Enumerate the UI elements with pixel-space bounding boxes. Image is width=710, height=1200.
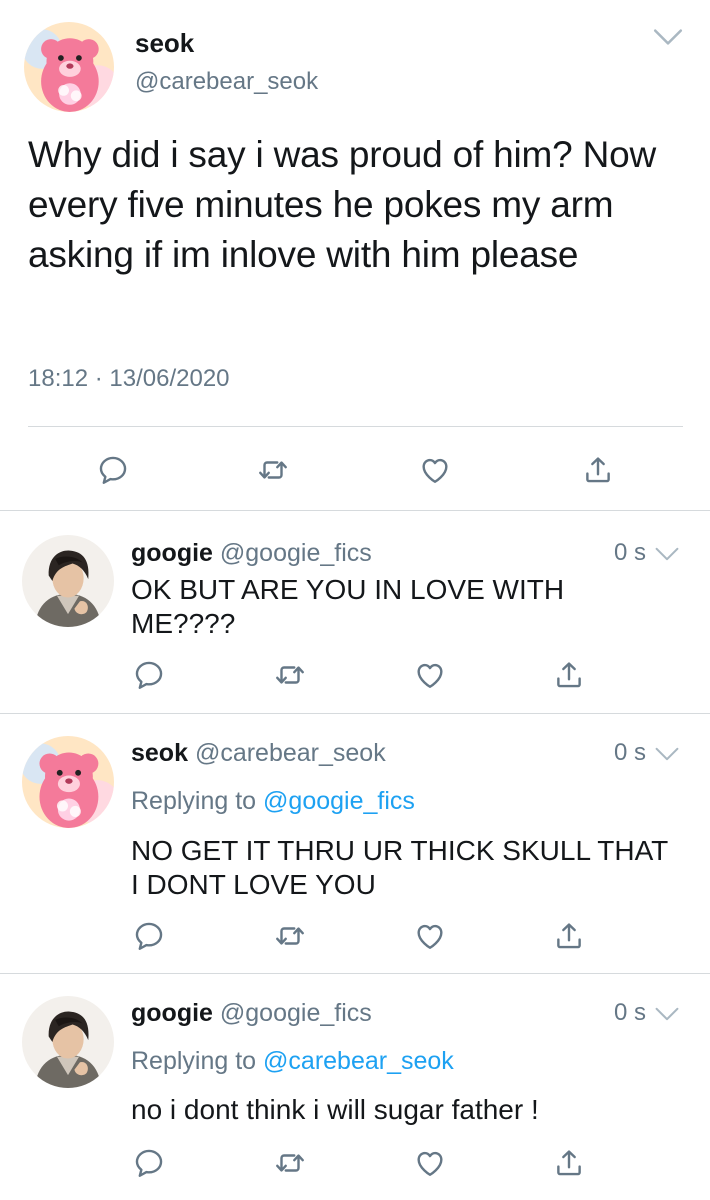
replying-to-link[interactable]: @carebear_seok <box>263 1047 454 1075</box>
share-button[interactable] <box>552 1146 586 1180</box>
display-name[interactable]: seok <box>135 28 194 59</box>
seok-avatar[interactable] <box>24 22 114 112</box>
reply-button[interactable] <box>96 453 130 487</box>
retweet-button[interactable] <box>256 453 290 487</box>
share-button[interactable] <box>581 453 615 487</box>
person-avatar-icon <box>22 535 114 627</box>
reply-tweet: googie @googie_fics 0 s Replying to @car… <box>0 974 710 1200</box>
display-name[interactable]: seok <box>131 739 188 767</box>
share-icon <box>581 453 615 487</box>
retweet-icon <box>273 658 307 692</box>
display-name[interactable]: googie <box>131 539 213 567</box>
tweet-date: 13/06/2020 <box>109 365 230 392</box>
reply-icon <box>96 453 130 487</box>
retweet-button[interactable] <box>273 1146 307 1180</box>
like-button[interactable] <box>418 453 452 487</box>
reply-time: 0 s <box>614 539 647 566</box>
reply-time: 0 s <box>614 999 647 1026</box>
person-avatar-icon <box>22 996 114 1088</box>
share-icon <box>552 658 586 692</box>
divider <box>28 426 683 427</box>
chevron-down-icon[interactable] <box>654 545 680 563</box>
replying-to-label: Replying to <box>131 1047 257 1075</box>
googie-avatar[interactable] <box>22 535 114 627</box>
replying-to-label: Replying to <box>131 787 257 815</box>
reply-tweet: googie @googie_fics 0 s OK BUT ARE YOU I… <box>0 511 710 711</box>
handle[interactable]: @carebear_seok <box>195 739 386 767</box>
reply-header: googie @googie_fics <box>131 539 372 568</box>
display-name[interactable]: googie <box>131 999 213 1027</box>
chevron-down-icon[interactable] <box>654 745 680 763</box>
seok-avatar[interactable] <box>22 736 114 828</box>
share-icon <box>552 1146 586 1180</box>
replying-to-link[interactable]: @googie_fics <box>263 787 415 815</box>
reply-text: NO GET IT THRU UR THICK SKULL THAT I DON… <box>131 835 668 900</box>
main-tweet: seok @carebear_seok Why did i say i was … <box>0 0 710 510</box>
reply-icon <box>132 658 166 692</box>
reply-icon <box>132 919 166 953</box>
replying-to-line: Replying to @carebear_seok <box>131 1047 454 1076</box>
reply-header: googie @googie_fics <box>131 999 372 1028</box>
reply-text: no i dont think i will sugar father ! <box>131 1094 539 1125</box>
retweet-icon <box>256 453 290 487</box>
like-icon <box>418 453 452 487</box>
chevron-down-icon[interactable] <box>652 26 684 48</box>
chevron-down-icon[interactable] <box>654 1005 680 1023</box>
share-button[interactable] <box>552 658 586 692</box>
pink-bear-avatar-icon <box>22 736 114 828</box>
retweet-button[interactable] <box>273 919 307 953</box>
reply-text: OK BUT ARE YOU IN LOVE WITH ME???? <box>131 574 565 639</box>
handle[interactable]: @carebear_seok <box>135 68 318 96</box>
tweet-timestamp: 18:12 · 13/06/2020 <box>28 365 230 393</box>
like-button[interactable] <box>413 919 447 953</box>
like-button[interactable] <box>413 1146 447 1180</box>
action-bar <box>0 445 710 495</box>
reply-time: 0 s <box>614 739 647 766</box>
reply-button[interactable] <box>132 1146 166 1180</box>
meta-separator: · <box>94 365 103 392</box>
share-button[interactable] <box>552 919 586 953</box>
retweet-button[interactable] <box>273 658 307 692</box>
handle[interactable]: @googie_fics <box>220 999 372 1027</box>
pink-bear-avatar-icon <box>24 22 114 112</box>
googie-avatar[interactable] <box>22 996 114 1088</box>
like-button[interactable] <box>413 658 447 692</box>
retweet-icon <box>273 919 307 953</box>
like-icon <box>413 919 447 953</box>
like-icon <box>413 1146 447 1180</box>
retweet-icon <box>273 1146 307 1180</box>
reply-button[interactable] <box>132 658 166 692</box>
reply-header: seok @carebear_seok <box>131 739 386 768</box>
tweet-time: 18:12 <box>28 365 89 392</box>
replying-to-line: Replying to @googie_fics <box>131 787 415 816</box>
handle[interactable]: @googie_fics <box>220 539 372 567</box>
reply-button[interactable] <box>132 919 166 953</box>
reply-icon <box>132 1146 166 1180</box>
tweet-text: Why did i say i was proud of him? Now ev… <box>28 134 657 275</box>
like-icon <box>413 658 447 692</box>
reply-tweet: seok @carebear_seok 0 s Replying to @goo… <box>0 714 710 970</box>
share-icon <box>552 919 586 953</box>
